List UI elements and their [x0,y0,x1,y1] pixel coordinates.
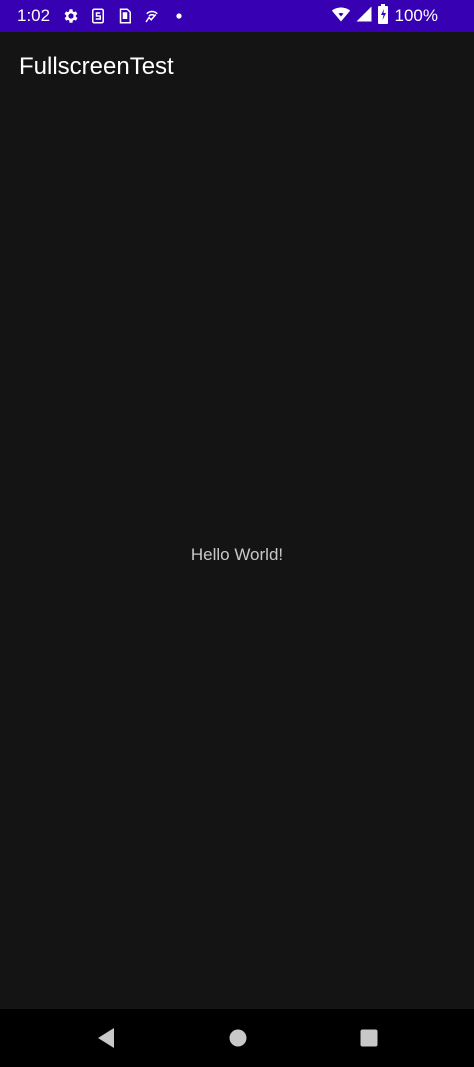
sd-card-icon [116,7,134,25]
status-time: 1:02 [17,6,51,25]
wifi-icon [331,5,351,28]
home-icon[interactable] [225,1025,251,1051]
status-bar: 1:02 100% [0,0,474,32]
recents-icon[interactable] [356,1025,382,1051]
dot-icon [170,7,188,25]
app-bar: FullscreenTest [0,32,474,100]
navigation-bar [0,1009,474,1067]
sim-s-icon [89,7,107,25]
screen: 1:02 100% FullscreenTest Hello World! [0,0,474,1067]
battery-percent: 100% [394,6,438,25]
signal-icon [355,5,373,28]
main-content: Hello World! [0,100,474,1009]
back-icon[interactable] [93,1025,119,1051]
system-icons: 100% [331,3,438,29]
notification-icons [62,6,188,26]
hello-text: Hello World! [190,545,284,564]
gear-icon [62,7,80,25]
app-title: FullscreenTest [19,53,174,80]
battery-icon [377,3,389,29]
wifi-call-icon [143,7,161,25]
